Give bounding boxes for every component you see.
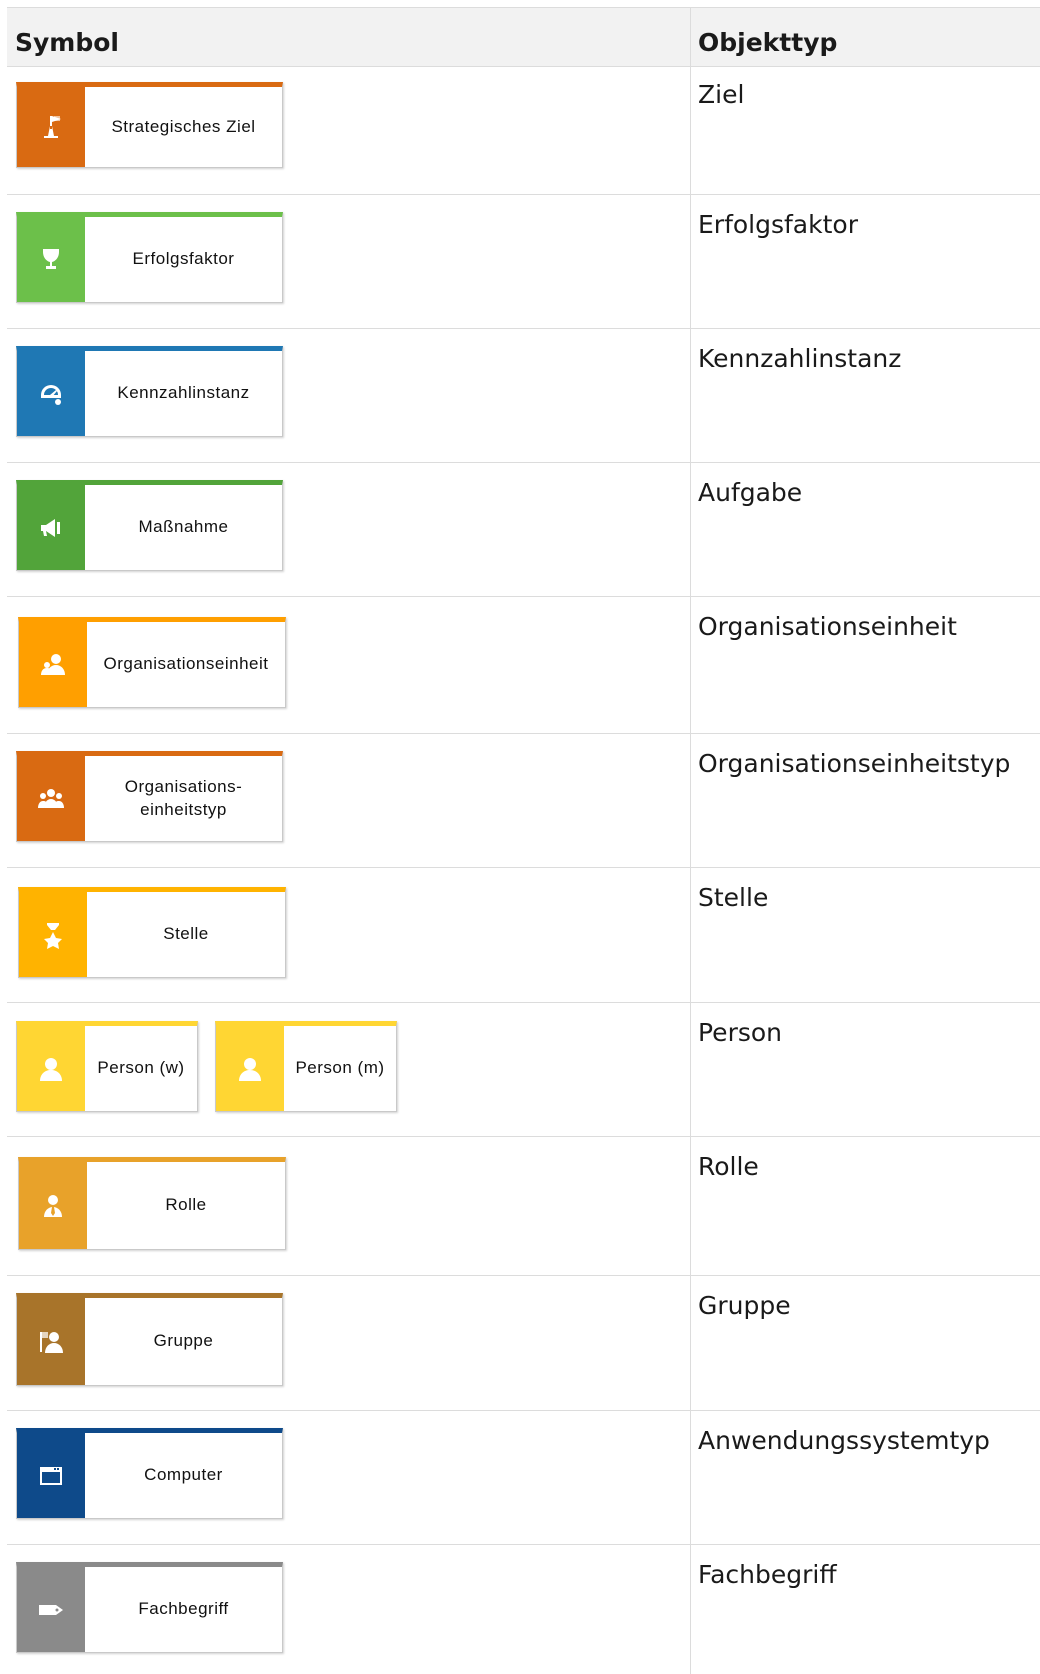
symbol-success-factor: Erfolgsfaktor bbox=[16, 212, 283, 303]
symbol-label: Person (m) bbox=[295, 1058, 385, 1078]
table-row: Strategisches Ziel Ziel bbox=[7, 65, 1040, 195]
object-type-label: Gruppe bbox=[698, 1291, 791, 1320]
header-symbol: Symbol bbox=[15, 28, 119, 57]
table-row: Erfolgsfaktor Erfolgsfaktor bbox=[7, 195, 1040, 329]
org-unit-icon bbox=[19, 622, 87, 707]
symbol-label: Kennzahlinstanz bbox=[117, 383, 250, 403]
symbol-label: Organisations- einheitstyp bbox=[124, 777, 243, 819]
window-icon bbox=[17, 1433, 85, 1518]
table-row: Maßnahme Aufgabe bbox=[7, 463, 1040, 597]
header-object-type: Objekttyp bbox=[698, 28, 838, 57]
object-type-label: Organisationseinheit bbox=[698, 612, 957, 641]
symbol-label: Rolle bbox=[165, 1195, 207, 1215]
symbol-label: Gruppe bbox=[153, 1331, 214, 1351]
object-type-label: Person bbox=[698, 1018, 783, 1047]
object-type-label: Kennzahlinstanz bbox=[698, 344, 902, 373]
table-row: Computer Anwendungssystemtyp bbox=[7, 1411, 1040, 1545]
tag-icon bbox=[17, 1567, 85, 1652]
symbol-group: Gruppe bbox=[16, 1293, 283, 1386]
table-header: Symbol Objekttyp bbox=[7, 7, 1040, 67]
group-icon bbox=[17, 1298, 85, 1385]
table-row: Organisationseinheit Organisationseinhei… bbox=[7, 597, 1040, 734]
object-type-table: Symbol Objekttyp Strategisches Ziel Ziel… bbox=[7, 7, 1040, 1674]
symbol-label: Person (w) bbox=[97, 1058, 185, 1078]
role-icon bbox=[19, 1162, 87, 1249]
symbol-label: Fachbegriff bbox=[138, 1599, 229, 1619]
symbol-person-male: Person (m) bbox=[215, 1021, 397, 1112]
symbol-label: Erfolgsfaktor bbox=[132, 249, 235, 269]
symbol-label: Maßnahme bbox=[138, 517, 229, 537]
object-type-label: Fachbegriff bbox=[698, 1560, 837, 1589]
object-type-label: Ziel bbox=[698, 80, 745, 109]
symbol-technical-term: Fachbegriff bbox=[16, 1562, 283, 1653]
symbol-position: Stelle bbox=[18, 887, 286, 978]
symbol-org-unit: Organisationseinheit bbox=[18, 617, 286, 708]
symbol-org-unit-type: Organisations- einheitstyp bbox=[16, 751, 283, 842]
symbol-computer: Computer bbox=[16, 1428, 283, 1519]
symbol-label: Strategisches Ziel bbox=[111, 116, 256, 136]
symbol-label: Computer bbox=[144, 1465, 223, 1485]
table-row: Kennzahlinstanz Kennzahlinstanz bbox=[7, 329, 1040, 463]
table-row: Organisations- einheitstyp Organisations… bbox=[7, 734, 1040, 868]
object-type-label: Anwendungssystemtyp bbox=[698, 1426, 990, 1455]
table-row: Gruppe Gruppe bbox=[7, 1276, 1040, 1411]
table-row: Stelle Stelle bbox=[7, 868, 1040, 1003]
table-row: Person (w) Person (m) Person bbox=[7, 1003, 1040, 1137]
object-type-label: Erfolgsfaktor bbox=[698, 210, 858, 239]
trophy-icon bbox=[17, 217, 85, 302]
table-row: Fachbegriff Fachbegriff bbox=[7, 1545, 1040, 1674]
org-unit-type-icon bbox=[17, 756, 85, 841]
table-row: Rolle Rolle bbox=[7, 1137, 1040, 1276]
symbol-role: Rolle bbox=[18, 1157, 286, 1250]
object-type-label: Stelle bbox=[698, 883, 769, 912]
symbol-kpi-instance: Kennzahlinstanz bbox=[16, 346, 283, 437]
symbol-measure: Maßnahme bbox=[16, 480, 283, 571]
symbol-label: Organisationseinheit bbox=[103, 654, 269, 674]
object-type-label: Rolle bbox=[698, 1152, 759, 1181]
person-icon bbox=[17, 1026, 85, 1111]
person-icon bbox=[216, 1026, 284, 1111]
symbol-person-female: Person (w) bbox=[16, 1021, 198, 1112]
gauge-icon bbox=[17, 351, 85, 436]
position-icon bbox=[19, 892, 87, 977]
symbol-label: Stelle bbox=[163, 924, 209, 944]
symbol-strategic-goal: Strategisches Ziel bbox=[16, 82, 283, 168]
goal-flag-icon bbox=[17, 87, 85, 167]
object-type-label: Aufgabe bbox=[698, 478, 803, 507]
megaphone-icon bbox=[17, 485, 85, 570]
object-type-label: Organisationseinheitstyp bbox=[698, 749, 1011, 778]
